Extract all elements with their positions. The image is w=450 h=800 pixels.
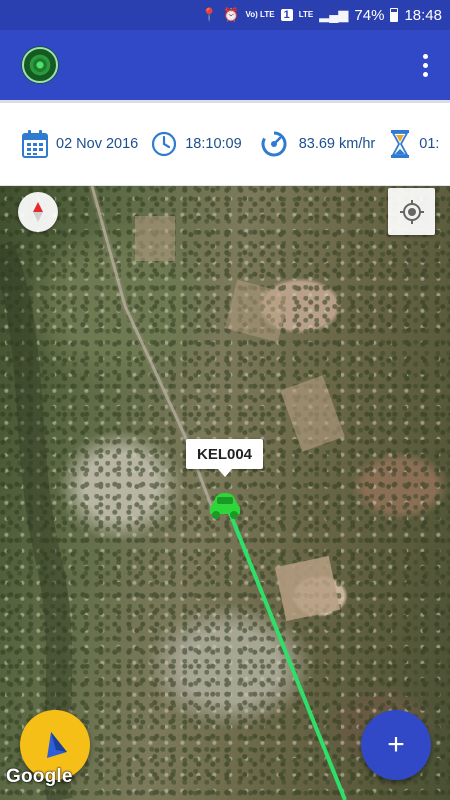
compass-icon[interactable] xyxy=(18,192,58,232)
time-value: 18:10:09 xyxy=(185,136,242,152)
my-location-icon[interactable] xyxy=(388,188,435,235)
alarm-icon: ⏰ xyxy=(223,7,240,22)
car-icon[interactable] xyxy=(208,491,242,521)
speed-info: 83.69 km/hr xyxy=(261,131,376,157)
route-line xyxy=(226,507,347,800)
app-bar xyxy=(0,30,450,100)
date-value: 02 Nov 2016 xyxy=(56,136,139,152)
location-icon: 📍 xyxy=(201,7,218,22)
battery-percent: 74% xyxy=(354,6,385,24)
trip-info-bar: 02 Nov 2016 18:10:09 83.69 km/hr 01: xyxy=(0,100,450,186)
clock: 18:48 xyxy=(404,6,442,24)
clock-icon xyxy=(152,131,177,157)
network-type: LTE xyxy=(298,10,314,19)
speedometer-icon xyxy=(261,131,287,157)
status-bar: 📍 ⏰ Vo) LTE 1 LTE ▂▄▆ 74% 18:48 xyxy=(0,0,450,30)
radar-icon[interactable] xyxy=(22,47,58,83)
vehicle-label[interactable]: KEL004 xyxy=(186,439,263,477)
time-info: 18:10:09 xyxy=(151,131,242,157)
google-attribution: Google xyxy=(6,766,73,787)
speed-value: 83.69 km/hr xyxy=(298,136,376,152)
signal-icon: ▂▄▆ xyxy=(319,7,349,22)
add-button[interactable]: + xyxy=(361,710,431,780)
battery-icon xyxy=(390,8,399,22)
duration-value: 01: xyxy=(419,136,440,152)
hourglass-icon xyxy=(391,130,410,158)
date-info: 02 Nov 2016 xyxy=(22,130,138,158)
volte-indicator: Vo) LTE xyxy=(245,10,275,19)
more-vert-icon[interactable] xyxy=(422,53,428,77)
satellite-map[interactable]: KEL004 + Google xyxy=(0,186,450,800)
sim-slot-badge: 1 xyxy=(280,9,293,21)
calendar-icon xyxy=(22,130,48,158)
duration-info: 01: xyxy=(389,129,439,159)
